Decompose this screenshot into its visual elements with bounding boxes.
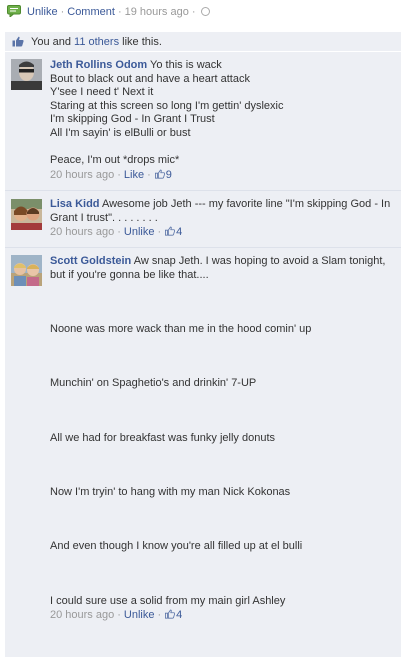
avatar[interactable] <box>11 255 42 286</box>
unlike-link[interactable]: Unlike <box>124 226 155 238</box>
comment-item: Scott Goldstein Aw snap Jeth. I was hopi… <box>5 248 401 657</box>
avatar[interactable] <box>11 59 42 90</box>
unlike-link[interactable]: Unlike <box>124 609 155 621</box>
comment-meta: 20 hours ago · Unlike · 4 <box>50 609 183 622</box>
comment-text-first-line: Awesome job Jeth --- my favorite line "I… <box>50 198 391 224</box>
comment-text: Noone was more wack than me in the hood … <box>50 322 312 607</box>
comment-text-first-line: Yo this is wack <box>147 59 222 71</box>
unlike-link[interactable]: Unlike <box>27 6 58 18</box>
likes-summary: You and 11 others like this. <box>5 32 401 51</box>
comment-timestamp[interactable]: 20 hours ago <box>50 609 114 621</box>
avatar[interactable] <box>11 199 42 230</box>
comment-meta: 20 hours ago · Unlike · 4 <box>50 226 183 239</box>
comment-link[interactable]: Comment <box>67 6 115 18</box>
comment-item: Lisa Kidd Awesome job Jeth --- my favori… <box>5 191 401 248</box>
comment-meta: 20 hours ago · Like · 9 <box>50 168 172 181</box>
like-link[interactable]: Like <box>124 169 144 181</box>
comment-like-count[interactable]: 9 <box>166 169 172 181</box>
story-actions-bar: Unlike · Comment · 19 hours ago · <box>0 0 419 24</box>
comment-author[interactable]: Lisa Kidd <box>50 198 100 210</box>
thumbs-up-icon <box>154 169 165 179</box>
comment-timestamp[interactable]: 20 hours ago <box>50 226 114 238</box>
thumbs-up-icon <box>12 36 24 47</box>
thumbs-up-icon <box>165 226 176 236</box>
speech-bubble-icon <box>7 5 21 17</box>
comment-text: Bout to black out and have a heart attac… <box>50 72 284 167</box>
comments-list: Jeth Rollins Odom Yo this is wack Bout t… <box>5 52 401 657</box>
comment-author[interactable]: Scott Goldstein <box>50 255 131 267</box>
comment-item: Jeth Rollins Odom Yo this is wack Bout t… <box>5 52 401 191</box>
comment-like-count[interactable]: 4 <box>176 226 182 238</box>
likes-suffix: like this. <box>119 36 162 48</box>
story-timestamp[interactable]: 19 hours ago <box>125 6 189 18</box>
globe-icon[interactable] <box>200 7 210 16</box>
comment-author[interactable]: Jeth Rollins Odom <box>50 59 147 71</box>
likes-prefix: You and <box>31 36 75 48</box>
others-likes-link[interactable]: 11 others <box>74 36 119 48</box>
thumbs-up-icon <box>165 610 176 620</box>
comment-timestamp[interactable]: 20 hours ago <box>50 169 114 181</box>
comment-like-count[interactable]: 4 <box>176 609 182 621</box>
